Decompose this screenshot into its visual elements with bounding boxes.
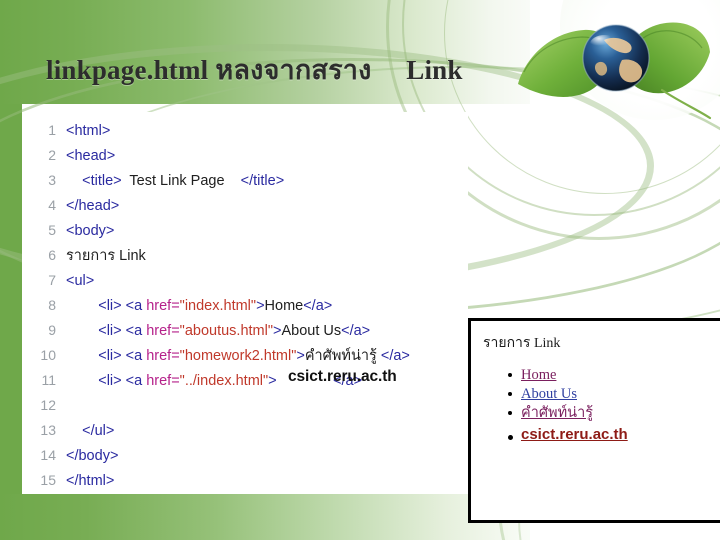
code-line-content: <head> <box>66 144 115 169</box>
code-token: "index.html" <box>179 298 257 314</box>
list-item: คำศัพท์น่ารู้ <box>508 404 720 422</box>
code-line: 4 </head> <box>22 193 468 218</box>
code-token: </title> <box>240 173 285 189</box>
code-token: "../index.html" <box>179 373 269 389</box>
code-token: </a> <box>380 348 410 364</box>
code-line-content: <title> Test Link Page </title> <box>66 169 284 194</box>
code-line-content: รายการ Link <box>66 244 146 269</box>
code-line-content: <body> <box>66 219 114 244</box>
list-item: About Us <box>508 385 720 403</box>
code-token: > <box>256 298 265 314</box>
code-token: href= <box>146 323 180 339</box>
code-token: <body> <box>66 223 115 239</box>
code-token: </ul> <box>82 423 115 439</box>
code-line-number: 14 <box>40 447 56 463</box>
browser-preview-box: รายการ Link Home About Us คำศัพท์น่ารู้ csi… <box>468 318 720 523</box>
slide-canvas: linkpage.html หลงจากสราง Link 1 <html> 2 <h… <box>0 0 720 540</box>
code-token: </html> <box>66 473 115 489</box>
code-line-number: 9 <box>48 322 56 338</box>
code-token: > <box>296 348 305 364</box>
code-line-number: 1 <box>48 122 56 138</box>
page-title: linkpage.html หลงจากสราง Link <box>46 55 463 85</box>
code-line: 11 <li> <a href="../index.html"> </a> <box>22 368 468 393</box>
code-token: </head> <box>66 198 120 214</box>
code-line: 13 </ul> <box>22 418 468 443</box>
code-token: </a> <box>341 323 371 339</box>
code-line: 5 <body> <box>22 218 468 243</box>
code-line: 8 <li> <a href="index.html">Home</a> <box>22 293 468 318</box>
code-line: 6 รายการ Link <box>22 243 468 268</box>
code-line: 14 </body> <box>22 443 468 468</box>
code-line-number: 15 <box>40 472 56 488</box>
code-token: <html> <box>66 123 111 139</box>
code-line-content: <li> <a href="index.html">Home</a> <box>66 294 332 319</box>
list-item: Home <box>508 366 720 384</box>
code-line: 12 <box>22 393 468 418</box>
code-line-content: <li> <a href="homework2.html">คำศัพท์น่า… <box>66 344 410 369</box>
code-token: <li> <a <box>98 298 147 314</box>
code-token: Home <box>264 298 304 314</box>
highlighted-url-overlay: csict.reru.ac.th <box>288 368 397 385</box>
code-token: <li> <a <box>98 373 147 389</box>
code-line-number: 11 <box>41 372 56 388</box>
code-line-content: </html> <box>66 469 114 494</box>
code-token: About Us <box>281 323 342 339</box>
code-line-content: </head> <box>66 194 119 219</box>
code-line-content: <ul> <box>66 269 94 294</box>
code-token: href= <box>146 373 180 389</box>
code-listing: 1 <html> 2 <head> 3 <title> Test Link Page <… <box>22 112 468 494</box>
code-token: "aboutus.html" <box>179 323 273 339</box>
code-line-number: 4 <box>48 197 56 213</box>
code-line: 9 <li> <a href="aboutus.html">About Us</… <box>22 318 468 343</box>
code-line-number: 5 <box>48 222 56 238</box>
code-token: "homework2.html" <box>179 348 297 364</box>
code-line-content: <html> <box>66 119 110 144</box>
code-line-content: <li> <a href="aboutus.html">About Us</a> <box>66 319 370 344</box>
code-line: 15 </html> <box>22 468 468 493</box>
code-token: คำศัพท์น่ารู้ <box>304 348 381 364</box>
code-token: <li> <a <box>98 323 147 339</box>
code-line-number: 2 <box>48 147 56 163</box>
code-token: รายการ Link <box>66 248 146 264</box>
code-line-number: 13 <box>40 422 56 438</box>
code-token: </body> <box>66 448 119 464</box>
code-line-number: 7 <box>48 272 56 288</box>
code-line: 2 <head> <box>22 143 468 168</box>
code-line: 7 <ul> <box>22 268 468 293</box>
code-line-number: 12 <box>40 397 56 413</box>
preview-link[interactable]: Home <box>521 367 556 383</box>
code-token: <li> <a <box>98 348 147 364</box>
code-token: href= <box>146 298 180 314</box>
code-line-content: </ul> <box>66 419 114 444</box>
preview-link-list: Home About Us คำศัพท์น่ารู้ csict.reru.ac.t… <box>471 366 720 444</box>
code-token: href= <box>146 348 180 364</box>
preview-link[interactable]: csict.reru.ac.th <box>521 426 628 443</box>
code-token: Test Link Page <box>121 173 241 189</box>
code-line-number: 8 <box>48 297 56 313</box>
code-line-number: 3 <box>48 172 56 188</box>
code-token: <ul> <box>66 273 95 289</box>
code-line: 10 <li> <a href="homework2.html">คำศัพท์… <box>22 343 468 368</box>
list-item: csict.reru.ac.th <box>508 426 720 444</box>
code-token: > <box>268 373 277 389</box>
code-line-number: 6 <box>48 247 56 263</box>
code-token: <title> <box>82 173 122 189</box>
code-line: 1 <html> <box>22 118 468 143</box>
preview-link[interactable]: คำศัพท์น่ารู้ <box>521 405 593 421</box>
preview-heading: รายการ Link <box>483 336 561 351</box>
code-line-content: </body> <box>66 444 118 469</box>
preview-link[interactable]: About Us <box>521 386 577 402</box>
code-line: 3 <title> Test Link Page </title> <box>22 168 468 193</box>
code-token: <head> <box>66 148 116 164</box>
code-line-number: 10 <box>40 347 56 363</box>
code-token: </a> <box>303 298 333 314</box>
